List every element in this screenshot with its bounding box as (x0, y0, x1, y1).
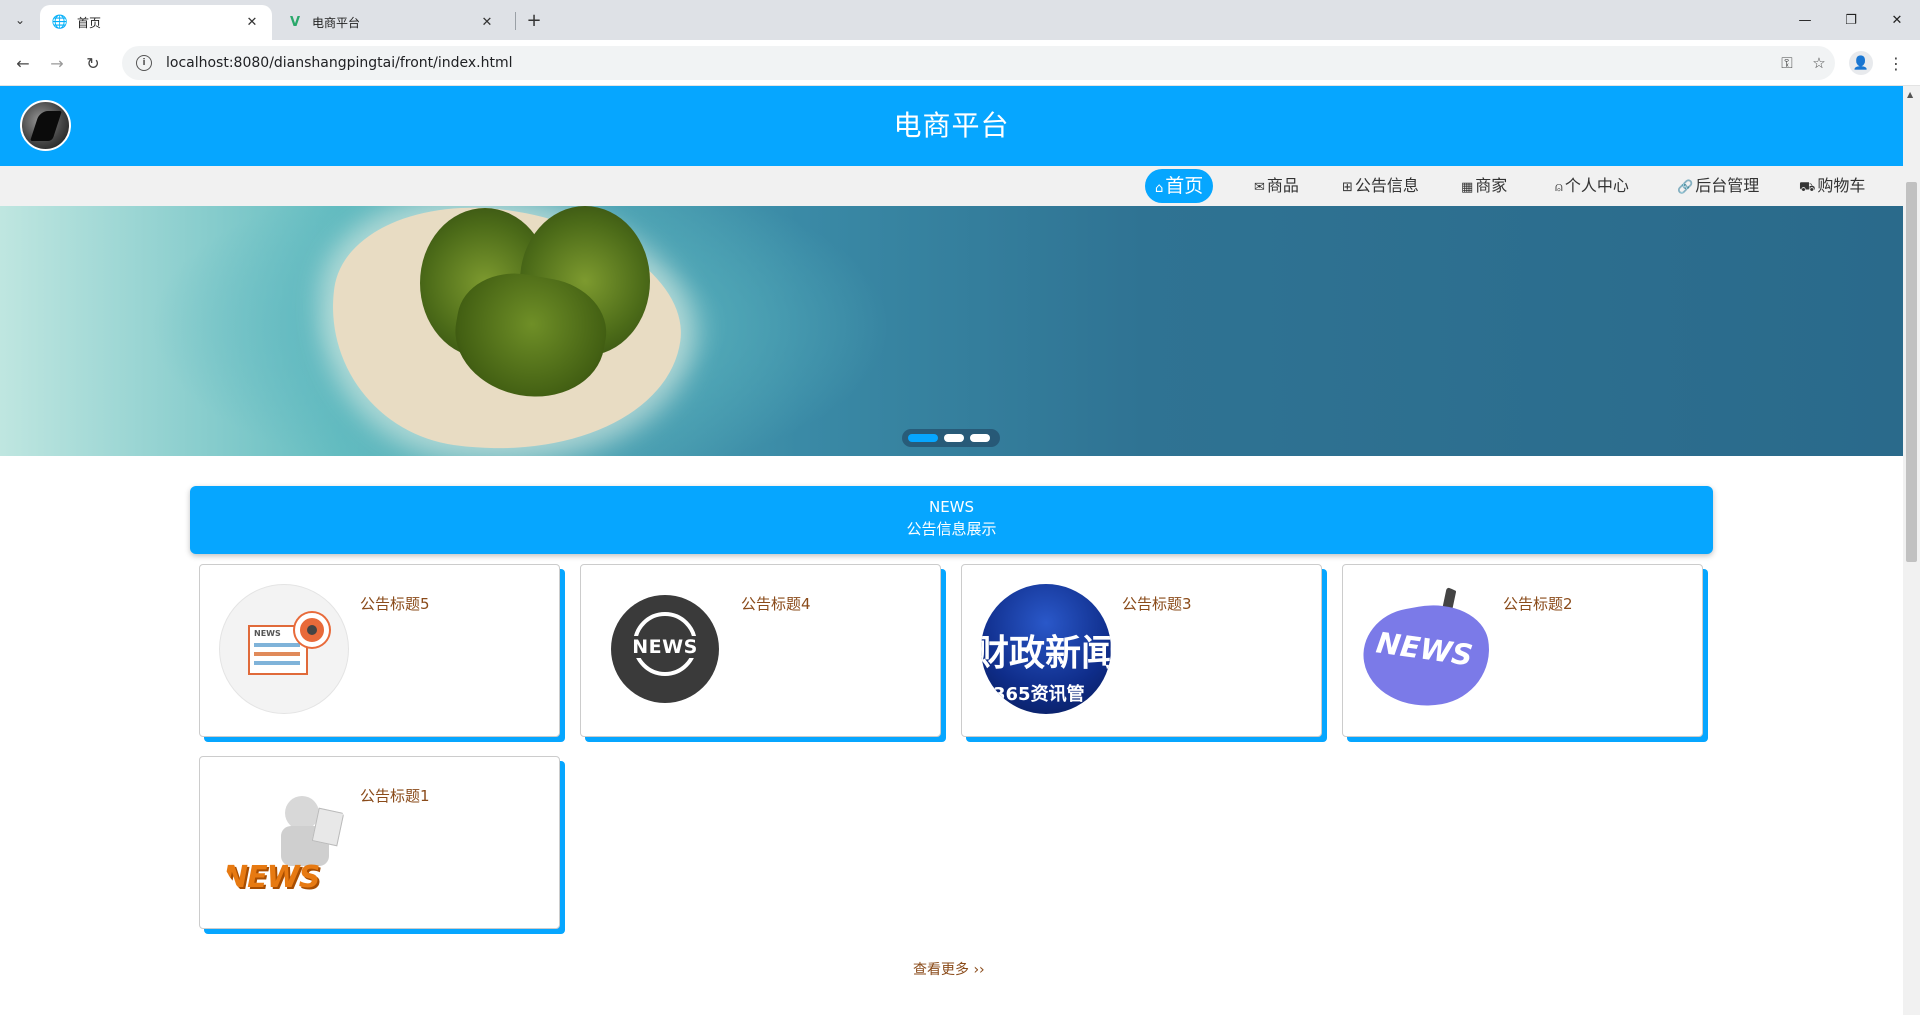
site-nav: ⌂ 首页 ✉ 商品 ⊞ 公告信息 ▦ 商家 ⍝ 个人中心 🔗 后台管理 ⛟ 购物车 (0, 166, 1903, 206)
nav-label: 个人中心 (1564, 176, 1629, 195)
thumbnail-text: 365资讯管 (993, 684, 1085, 705)
close-icon[interactable]: ✕ (244, 15, 260, 31)
new-tab-plus-icon[interactable]: + (520, 8, 548, 32)
password-key-icon[interactable]: ⚿ (1771, 54, 1803, 72)
thumbnail-text: 财政新闻 (981, 633, 1111, 674)
globe-icon: 🌐 (51, 15, 69, 30)
minimize-icon[interactable]: — (1782, 0, 1828, 40)
browser-menu-icon[interactable]: ⋮ (1884, 51, 1908, 75)
news-section-header: NEWS 公告信息展示 (190, 486, 1713, 554)
news-thumbnail: NEWS (1362, 584, 1492, 714)
nav-item-home[interactable]: ⌂ 首页 (1145, 169, 1214, 203)
site-info-icon[interactable]: i (136, 55, 152, 71)
news-card-title[interactable]: 公告标题1 (360, 785, 430, 806)
nav-item-merchants[interactable]: ▦ 商家 (1451, 169, 1517, 203)
page-scrollbar[interactable]: ▲ (1903, 86, 1920, 1015)
thumbnail-text: NEWS (254, 629, 281, 638)
home-icon: ⌂ (1155, 181, 1164, 196)
reload-icon[interactable]: ↻ (78, 48, 108, 78)
view-more-label: 查看更多 (913, 962, 969, 978)
forward-arrow-icon[interactable]: → (42, 48, 72, 78)
news-heading-cn: 公告信息展示 (906, 520, 997, 538)
news-card-title[interactable]: 公告标题3 (1122, 593, 1192, 614)
gift-icon: ⊞ (1342, 180, 1353, 195)
news-card[interactable]: NEWS 公告标题1 (199, 756, 560, 929)
vue-icon: V (289, 15, 301, 30)
tab-title: 首页 (77, 16, 102, 30)
cart-icon: ⛟ (1799, 180, 1816, 195)
mail-icon: ✉ (1254, 180, 1265, 195)
nav-label: 公告信息 (1354, 176, 1419, 195)
carousel-banner[interactable] (0, 206, 1903, 456)
scrollbar-thumb[interactable] (1906, 182, 1917, 562)
page-viewport: 电商平台 ⌂ 首页 ✉ 商品 ⊞ 公告信息 ▦ 商家 ⍝ 个人中心 🔗 后台管理 ⛟ 购物车 … (0, 86, 1903, 1015)
news-card[interactable]: NEWS 公告标题2 (1342, 564, 1703, 737)
nav-label: 商品 (1266, 176, 1299, 195)
address-bar[interactable]: i localhost:8080/dianshangpingtai/front/… (122, 46, 1835, 80)
site-title: 电商平台 (893, 109, 1010, 142)
news-card[interactable]: NEWS 公告标题4 (580, 564, 941, 737)
nav-label: 后台管理 (1695, 176, 1760, 195)
nav-item-profile[interactable]: ⍝ 个人中心 (1545, 169, 1639, 203)
carousel-dot-3[interactable] (970, 434, 990, 442)
scroll-up-arrow-icon[interactable]: ▲ (1907, 90, 1913, 99)
nav-item-cart[interactable]: ⛟ 购物车 (1789, 169, 1875, 203)
news-card[interactable]: 财政新闻 365资讯管 公告标题3 (961, 564, 1322, 737)
nav-label: 首页 (1165, 175, 1204, 197)
nav-label: 购物车 (1817, 176, 1866, 195)
news-card-title[interactable]: 公告标题5 (360, 593, 430, 614)
news-card-title[interactable]: 公告标题2 (1503, 593, 1573, 614)
profile-avatar-icon[interactable]: 👤 (1849, 51, 1873, 75)
address-url[interactable]: localhost:8080/dianshangpingtai/front/in… (166, 55, 1771, 71)
tab-separator (515, 12, 516, 30)
nav-item-products[interactable]: ✉ 商品 (1244, 169, 1309, 203)
tab-title: 电商平台 (312, 16, 361, 30)
carousel-dot-2[interactable] (944, 434, 964, 442)
nav-label: 商家 (1475, 176, 1508, 195)
carousel-dot-1[interactable] (908, 434, 938, 442)
double-chevron-right-icon: ›› (973, 962, 985, 978)
nav-item-notices[interactable]: ⊞ 公告信息 (1332, 169, 1429, 203)
carousel-indicators (902, 429, 1000, 447)
news-thumbnail: NEWS (219, 584, 349, 714)
browser-tab-shop[interactable]: V 电商平台 ✕ (275, 5, 507, 40)
news-thumbnail: NEWS (219, 776, 349, 906)
thumbnail-text: NEWS (624, 636, 706, 658)
news-card[interactable]: NEWS 公告标题5 (199, 564, 560, 737)
thumbnail-text: NEWS (223, 860, 320, 895)
bookmark-star-icon[interactable]: ☆ (1803, 54, 1835, 72)
restore-icon[interactable]: ❐ (1828, 0, 1874, 40)
user-icon: ⍝ (1555, 180, 1563, 195)
close-icon[interactable]: ✕ (479, 15, 495, 31)
window-close-icon[interactable]: ✕ (1874, 0, 1920, 40)
view-more-link[interactable]: 查看更多 ›› (913, 959, 985, 979)
news-thumbnail: 财政新闻 365资讯管 (981, 584, 1111, 714)
news-heading-en: NEWS (928, 498, 975, 516)
tab-search-chevron-icon[interactable]: ⌄ (8, 8, 32, 32)
news-card-title[interactable]: 公告标题4 (741, 593, 811, 614)
browser-tab-home[interactable]: 🌐 首页 ✕ (40, 5, 272, 40)
browser-toolbar: ← → ↻ i localhost:8080/dianshangpingtai/… (0, 40, 1920, 86)
nav-item-admin[interactable]: 🔗 后台管理 (1667, 169, 1769, 203)
back-arrow-icon[interactable]: ← (8, 48, 38, 78)
calendar-icon: ▦ (1461, 180, 1474, 195)
news-thumbnail: NEWS (600, 584, 730, 714)
site-header: 电商平台 (0, 86, 1903, 166)
link-icon: 🔗 (1677, 180, 1694, 195)
browser-tab-bar: ⌄ 🌐 首页 ✕ V 电商平台 ✕ + — ❐ ✕ (0, 0, 1920, 40)
